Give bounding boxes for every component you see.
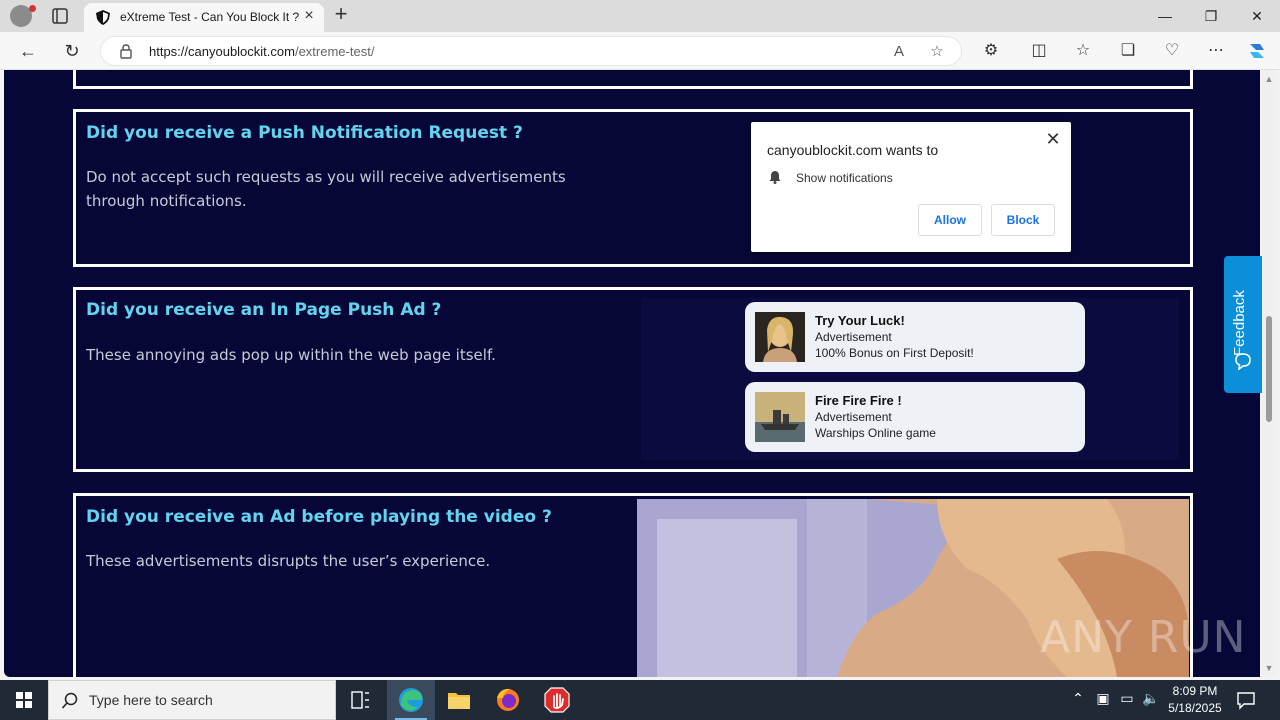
taskbar-clock[interactable]: 8:09 PM 5/18/2025 — [1162, 683, 1228, 717]
minimize-icon[interactable]: — — [1150, 4, 1180, 28]
network-icon[interactable]: ▭ — [1117, 690, 1137, 707]
tab-actions-icon[interactable] — [50, 6, 70, 26]
url-path: /extreme-test/ — [294, 44, 375, 59]
windows-start-icon[interactable] — [0, 680, 48, 720]
taskbar: Type here to search ⌃ ▣ ▭ 🔈 8:09 PM 5/18… — [0, 680, 1280, 720]
search-icon — [61, 692, 78, 709]
ad-title: Try Your Luck! — [815, 313, 905, 328]
url-host: https://canyoublockit.com — [149, 44, 295, 59]
tray-device-icon[interactable]: ▣ — [1093, 690, 1113, 707]
search-placeholder: Type here to search — [89, 692, 213, 708]
casino-ad-image — [755, 312, 805, 362]
anyrun-watermark: ANY RUN — [1040, 612, 1247, 663]
extensions-icon[interactable]: ⚙ — [980, 40, 1002, 62]
feedback-button[interactable]: Feedback — [1224, 256, 1262, 393]
shield-favicon-icon — [96, 10, 110, 25]
ad-label: Advertisement — [815, 330, 892, 344]
in-page-push-card: Did you receive an In Page Push Ad ? The… — [73, 287, 1193, 472]
chat-bubble-icon — [1235, 353, 1251, 370]
ad-text: 100% Bonus on First Deposit! — [815, 346, 974, 360]
popup-close-icon[interactable]: ✕ — [1043, 129, 1063, 149]
adblock-app-icon[interactable] — [533, 680, 581, 720]
popup-site-text: canyoublockit.com wants to — [767, 142, 939, 158]
firefox-icon[interactable] — [484, 680, 532, 720]
navigation-bar: ← ↻ https://canyoublockit.com/extreme-te… — [0, 32, 1280, 70]
video-ad-card: Did you receive an Ad before playing the… — [73, 493, 1193, 677]
tray-overflow-icon[interactable]: ⌃ — [1068, 690, 1088, 707]
more-menu-icon[interactable]: ⋯ — [1205, 40, 1227, 62]
refresh-icon[interactable]: ↻ — [60, 39, 84, 63]
ad-text: Warships Online game — [815, 426, 936, 440]
task-view-icon[interactable] — [336, 680, 384, 720]
read-aloud-icon[interactable]: A — [889, 42, 909, 62]
scroll-thumb[interactable] — [1266, 316, 1272, 422]
lock-icon[interactable] — [119, 44, 133, 59]
tab-title: eXtreme Test - Can You Block It ? — [120, 10, 300, 24]
in-page-ad[interactable]: Try Your Luck! Advertisement 100% Bonus … — [745, 302, 1085, 372]
scroll-down-icon[interactable]: ▼ — [1262, 663, 1276, 673]
new-tab-icon[interactable]: + — [330, 3, 352, 26]
notification-permission-popup: canyoublockit.com wants to ✕ Show notifi… — [751, 122, 1071, 252]
volume-icon[interactable]: 🔈 — [1141, 690, 1161, 707]
bell-icon — [769, 171, 781, 184]
collections-icon[interactable]: ❏ — [1117, 40, 1139, 62]
page-scrollbar[interactable]: ▲ ▼ — [1262, 70, 1276, 677]
action-center-icon[interactable] — [1236, 690, 1256, 710]
video-card-description: These advertisements disrupts the user’s… — [86, 552, 491, 570]
split-screen-icon[interactable]: ◫ — [1028, 40, 1050, 62]
taskbar-search-box[interactable]: Type here to search — [48, 680, 336, 720]
warship-ad-image — [755, 392, 805, 442]
profile-notification-dot — [29, 5, 36, 12]
ad-title: Fire Fire Fire ! — [815, 393, 902, 408]
push-card-title: Did you receive a Push Notification Requ… — [86, 123, 523, 143]
in-page-card-description: These annoying ads pop up within the web… — [86, 346, 496, 364]
title-bar: eXtreme Test - Can You Block It ? × + — … — [0, 0, 1280, 32]
push-card-description: Do not accept such requests as you will … — [86, 168, 566, 210]
feedback-label: Feedback — [1231, 290, 1248, 356]
browser-essentials-icon[interactable]: ♡ — [1161, 40, 1183, 62]
popup-permission-text: Show notifications — [796, 171, 893, 185]
edge-icon — [399, 688, 423, 712]
clock-date: 5/18/2025 — [1168, 701, 1222, 715]
web-page: Did you receive a Push Notification Requ… — [4, 70, 1260, 677]
in-page-ad-panel: Try Your Luck! Advertisement 100% Bonus … — [641, 298, 1179, 460]
in-page-card-title: Did you receive an In Page Push Ad ? — [86, 300, 442, 320]
favorites-icon[interactable]: ☆ — [1072, 40, 1094, 62]
file-explorer-icon[interactable] — [435, 680, 483, 720]
in-page-ad[interactable]: Fire Fire Fire ! Advertisement Warships … — [745, 382, 1085, 452]
block-button[interactable]: Block — [991, 204, 1055, 236]
url-text[interactable]: https://canyoublockit.com/extreme-test/ — [149, 44, 374, 59]
tab-close-icon[interactable]: × — [300, 7, 318, 25]
scroll-up-icon[interactable]: ▲ — [1262, 74, 1276, 84]
previous-card — [73, 70, 1193, 89]
clock-time: 8:09 PM — [1172, 684, 1218, 698]
close-window-icon[interactable]: ✕ — [1242, 4, 1272, 28]
address-bar[interactable]: https://canyoublockit.com/extreme-test/ … — [100, 36, 962, 66]
ad-label: Advertisement — [815, 410, 892, 424]
video-card-title: Did you receive an Ad before playing the… — [86, 507, 552, 527]
allow-button[interactable]: Allow — [918, 204, 982, 236]
back-icon[interactable]: ← — [16, 39, 40, 63]
active-tab[interactable]: eXtreme Test - Can You Block It ? × — [84, 3, 324, 32]
favorite-star-icon[interactable]: ☆ — [927, 42, 947, 62]
edge-taskbar-button[interactable] — [387, 680, 435, 720]
copilot-icon[interactable] — [1246, 40, 1268, 62]
restore-icon[interactable]: ❐ — [1196, 4, 1226, 28]
